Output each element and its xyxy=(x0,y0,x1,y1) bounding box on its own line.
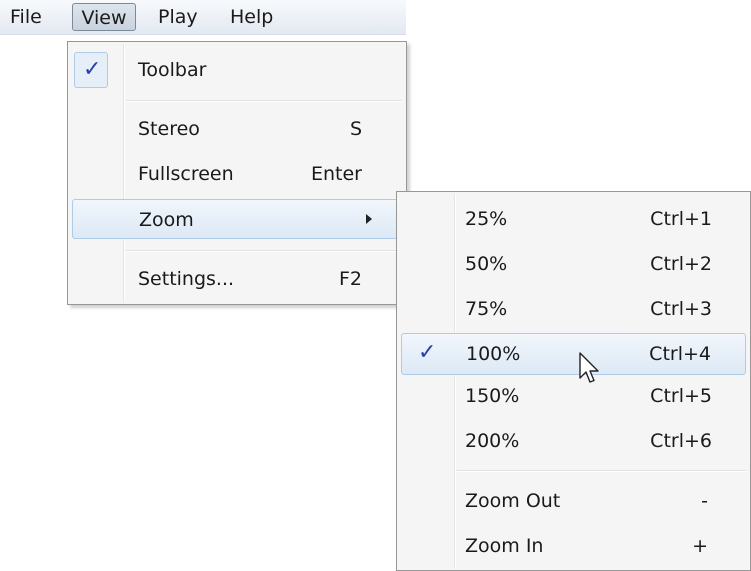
menu-item-toolbar[interactable]: ✓ Toolbar xyxy=(70,50,404,90)
menu-item-shortcut: Ctrl+4 xyxy=(649,343,711,365)
menu-view[interactable]: View xyxy=(72,3,136,31)
menu-item-shortcut: Ctrl+5 xyxy=(650,385,712,407)
menu-separator xyxy=(126,100,402,102)
menu-item-label: 50% xyxy=(465,253,508,275)
mouse-pointer-icon xyxy=(579,352,599,383)
menu-help[interactable]: Help xyxy=(230,3,273,31)
menu-item-label: Stereo xyxy=(138,118,200,140)
menu-item-shortcut: - xyxy=(701,490,708,512)
menu-item-shortcut: Enter xyxy=(311,163,362,185)
menu-item-label: 150% xyxy=(465,385,520,407)
menu-item-settings[interactable]: Settings... F2 xyxy=(70,259,404,299)
check-icon: ✓ xyxy=(418,340,437,365)
menu-item-zoom[interactable]: Zoom xyxy=(72,199,400,239)
menu-item-label: Zoom xyxy=(139,209,194,231)
menu-item-shortcut: Ctrl+6 xyxy=(650,430,712,452)
menu-item-label: 75% xyxy=(465,298,508,320)
menu-item-stereo[interactable]: Stereo S xyxy=(70,109,404,149)
menu-play[interactable]: Play xyxy=(158,3,198,31)
zoom-item-75[interactable]: 75% Ctrl+3 xyxy=(399,289,748,329)
menu-item-shortcut: F2 xyxy=(338,268,362,290)
zoom-submenu: 25% Ctrl+1 50% Ctrl+2 75% Ctrl+3 ✓ 100% … xyxy=(396,191,751,571)
menu-item-label: Settings... xyxy=(138,268,235,290)
menu-item-shortcut: Ctrl+1 xyxy=(650,208,712,230)
menu-item-label: Zoom Out xyxy=(465,490,561,512)
menu-bar: File View Play Help xyxy=(0,0,406,35)
zoom-item-25[interactable]: 25% Ctrl+1 xyxy=(399,199,748,239)
menu-item-label: Zoom In xyxy=(465,535,544,557)
menu-item-fullscreen[interactable]: Fullscreen Enter xyxy=(70,154,404,194)
zoom-item-150[interactable]: 150% Ctrl+5 xyxy=(399,376,748,416)
zoom-item-100[interactable]: ✓ 100% Ctrl+4 xyxy=(401,333,746,375)
menu-item-shortcut: Ctrl+2 xyxy=(650,253,712,275)
view-menu: ✓ Toolbar Stereo S Fullscreen Enter Zoom… xyxy=(67,41,407,305)
zoom-item-50[interactable]: 50% Ctrl+2 xyxy=(399,244,748,284)
menu-item-label: 25% xyxy=(465,208,508,230)
menu-item-shortcut: + xyxy=(692,535,708,557)
menu-item-shortcut: Ctrl+3 xyxy=(650,298,712,320)
menu-separator xyxy=(126,250,402,252)
menu-item-shortcut: S xyxy=(349,118,362,140)
zoom-out-item[interactable]: Zoom Out - xyxy=(399,481,748,521)
submenu-arrow-icon xyxy=(366,214,372,224)
menu-separator xyxy=(457,470,746,472)
menu-item-label: Fullscreen xyxy=(138,163,234,185)
zoom-item-200[interactable]: 200% Ctrl+6 xyxy=(399,421,748,461)
menu-item-label: 200% xyxy=(465,430,520,452)
menu-item-label: 100% xyxy=(466,343,521,365)
check-icon: ✓ xyxy=(83,57,102,82)
zoom-in-item[interactable]: Zoom In + xyxy=(399,526,748,566)
toolbar-check-box: ✓ xyxy=(74,52,108,88)
menu-item-label: Toolbar xyxy=(138,59,207,81)
menu-file[interactable]: File xyxy=(10,3,42,31)
